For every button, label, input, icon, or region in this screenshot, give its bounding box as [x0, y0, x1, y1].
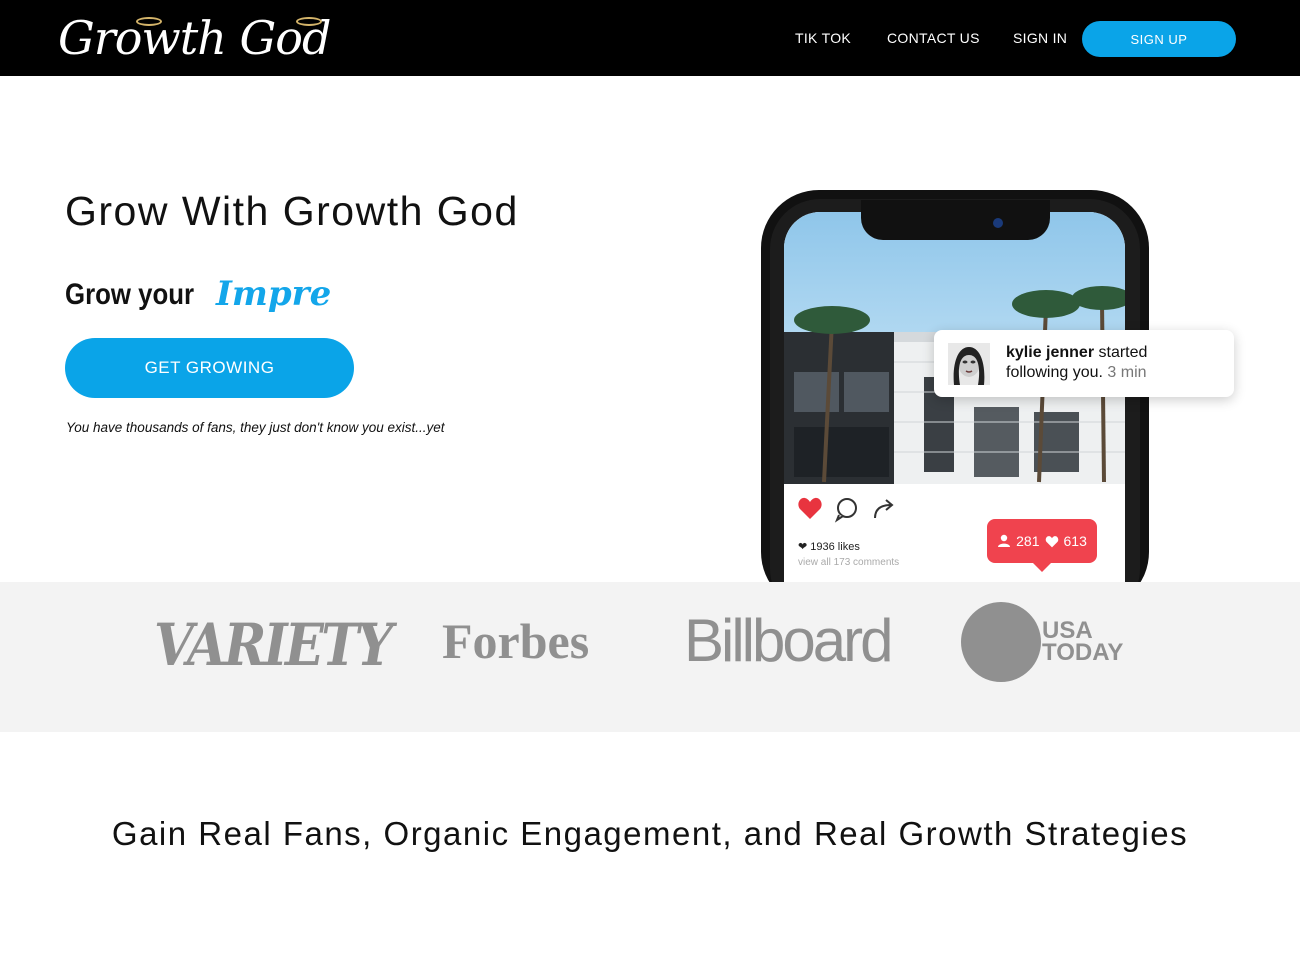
view-comments-link[interactable]: view all 173 comments [798, 557, 899, 568]
hero-title: Grow With Growth God [65, 188, 519, 234]
likes-count: ❤ 1936 likes [798, 540, 860, 553]
nav-link-sign-in[interactable]: SIGN IN [1013, 30, 1067, 46]
logo-text: Growth God [58, 11, 331, 65]
follow-notification: kylie jenner started following you. 3 mi… [934, 330, 1234, 397]
post-actions [797, 495, 917, 523]
heart-icon [1045, 535, 1058, 547]
followers-count: 281 [1016, 533, 1040, 549]
notification-text: kylie jenner started following you. 3 mi… [1006, 343, 1147, 383]
grow-your-prefix: Grow your [65, 278, 195, 311]
badge-pointer [1032, 562, 1052, 572]
notification-action-2: following you. [1006, 364, 1103, 381]
comment-icon[interactable] [834, 498, 857, 523]
usa-today-circle-icon [961, 602, 1041, 682]
halo-icon [296, 17, 322, 26]
likes-text: 1936 likes [810, 541, 860, 553]
grow-typed-word: Impre [216, 274, 332, 314]
get-growing-button[interactable]: GET GROWING [65, 338, 354, 398]
notification-action: started [1098, 344, 1148, 361]
usa-today-logo: USA TODAY [1042, 619, 1124, 666]
share-icon[interactable] [874, 499, 894, 519]
variety-logo: VARIETY [154, 611, 393, 679]
nav-link-contact-us[interactable]: CONTACT US [887, 30, 980, 46]
sign-up-button[interactable]: SIGN UP [1082, 21, 1236, 57]
phone-notch [861, 200, 1050, 240]
usa-today-word-2: TODAY [1042, 639, 1124, 666]
top-navbar: Growth God TIK TOK CONTACT US SIGN IN SI… [0, 0, 1300, 76]
hero-tagline: You have thousands of fans, they just do… [66, 420, 445, 435]
halo-icon [136, 17, 162, 26]
forbes-logo: Forbes [442, 613, 590, 669]
notification-user: kylie jenner [1006, 344, 1095, 361]
growth-god-logo[interactable]: Growth God [58, 8, 343, 68]
section-headline: Gain Real Fans, Organic Engagement, and … [111, 815, 1189, 852]
billboard-logo: Billboard [684, 607, 893, 674]
user-icon [998, 534, 1011, 547]
small-heart-icon: ❤ [798, 541, 808, 553]
camera-icon [993, 218, 1003, 228]
avatar [948, 343, 990, 385]
heart-icon[interactable] [798, 497, 822, 519]
activity-badge: 281 613 [987, 519, 1097, 563]
hearts-count: 613 [1063, 533, 1087, 549]
nav-link-tiktok[interactable]: TIK TOK [795, 30, 851, 46]
notification-time: 3 min [1107, 364, 1147, 381]
